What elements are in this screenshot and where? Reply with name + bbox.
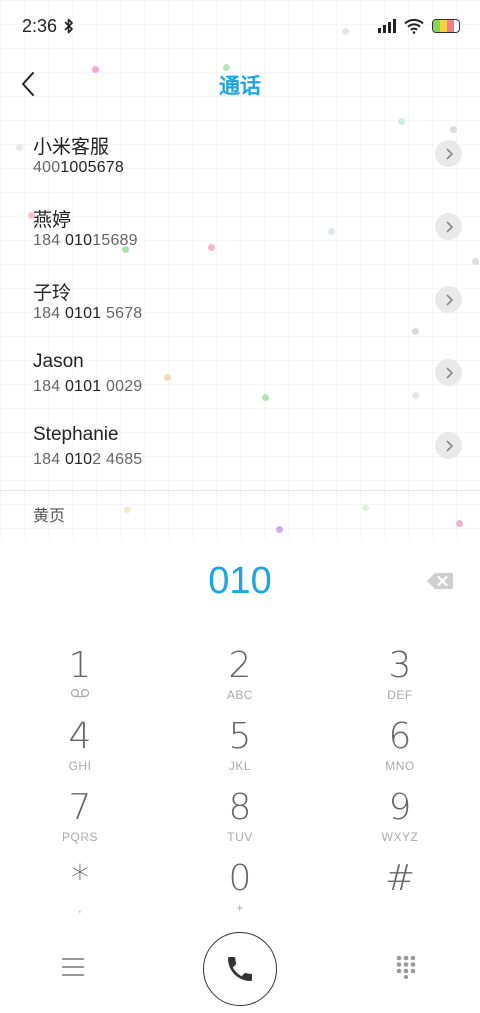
key-digit: 8 bbox=[228, 787, 252, 828]
contact-number: 4001005678 bbox=[33, 159, 124, 176]
contact-detail-button[interactable] bbox=[435, 213, 462, 240]
key-letters: WXYZ bbox=[381, 830, 419, 844]
contact-detail-button[interactable] bbox=[435, 432, 462, 459]
contact-detail-button[interactable] bbox=[435, 286, 462, 313]
key-8[interactable]: 8 TUV bbox=[160, 786, 320, 856]
contact-detail-button[interactable] bbox=[435, 359, 462, 386]
menu-icon[interactable] bbox=[62, 958, 84, 976]
key-letters: , bbox=[78, 901, 82, 915]
key-3[interactable]: 3 DEF bbox=[320, 644, 480, 714]
key-digit: 2 bbox=[228, 645, 252, 686]
signal-icon bbox=[378, 19, 396, 33]
key-digit: 9 bbox=[388, 787, 412, 828]
key-letters: JKL bbox=[228, 759, 252, 773]
chevron-right-icon bbox=[445, 293, 453, 306]
contact-name: Jason bbox=[33, 351, 84, 372]
contact-name: 子玲 bbox=[33, 283, 72, 304]
key-digit: 6 bbox=[388, 716, 412, 757]
key-digit: 0 bbox=[228, 858, 252, 899]
divider bbox=[0, 490, 480, 491]
key-4[interactable]: 4 GHI bbox=[0, 715, 160, 785]
key-5[interactable]: 5 JKL bbox=[160, 715, 320, 785]
key-7[interactable]: 7 PQRS bbox=[0, 786, 160, 856]
contact-row[interactable]: 燕婷 184 01015689 bbox=[0, 191, 480, 264]
key-letters: DEF bbox=[387, 688, 413, 702]
decor-dot bbox=[456, 520, 463, 527]
contact-number: 184 0101 5678 bbox=[33, 305, 143, 322]
key-2[interactable]: 2 ABC bbox=[160, 644, 320, 714]
contact-name: 小米客服 bbox=[33, 137, 110, 158]
phone-icon bbox=[228, 957, 252, 981]
key-0[interactable]: 0 + bbox=[160, 857, 320, 927]
chevron-right-icon bbox=[445, 147, 453, 160]
key-letters: TUV bbox=[227, 830, 253, 844]
contact-row[interactable]: Stephanie 184 0102 4685 bbox=[0, 410, 480, 483]
key-letters: ABC bbox=[226, 688, 254, 702]
key-1[interactable]: 1 bbox=[0, 644, 160, 714]
contact-name: 燕婷 bbox=[33, 210, 72, 231]
chevron-right-icon bbox=[445, 366, 453, 379]
key-digit: 3 bbox=[388, 645, 412, 686]
dialed-number: 010 bbox=[208, 560, 272, 602]
key-letters: PQRS bbox=[61, 830, 98, 844]
key-letters: GHI bbox=[68, 759, 92, 773]
key-digit: 5 bbox=[228, 716, 252, 757]
contact-row[interactable]: 小米客服 4001005678 bbox=[0, 118, 480, 191]
chevron-right-icon bbox=[445, 220, 453, 233]
contact-row[interactable]: Jason 184 0101 0029 bbox=[0, 337, 480, 410]
decor-dot bbox=[362, 504, 369, 511]
key-9[interactable]: 9 WXYZ bbox=[320, 786, 480, 856]
contact-number: 184 0102 4685 bbox=[33, 451, 143, 468]
key-digit: * bbox=[71, 858, 89, 899]
chevron-right-icon bbox=[445, 439, 453, 452]
key-6[interactable]: 6 MNO bbox=[320, 715, 480, 785]
key-letters: MNO bbox=[385, 759, 415, 773]
battery-icon bbox=[432, 19, 460, 33]
contact-name: Stephanie bbox=[33, 424, 119, 445]
key-hash[interactable]: # bbox=[320, 857, 480, 927]
key-letters: + bbox=[236, 901, 244, 915]
bluetooth-icon bbox=[64, 18, 73, 34]
decor-dot bbox=[276, 526, 283, 533]
call-button[interactable] bbox=[203, 932, 277, 1006]
contact-number: 184 0101 0029 bbox=[33, 378, 143, 395]
wifi-icon bbox=[404, 18, 424, 34]
decor-dot bbox=[124, 506, 131, 513]
key-digit: 7 bbox=[68, 787, 92, 828]
bottom-bar bbox=[0, 930, 480, 1010]
status-bar: 2:36 bbox=[0, 0, 480, 52]
yellow-pages-link[interactable]: 黄页 bbox=[33, 502, 65, 526]
page-title: 通话 bbox=[219, 75, 261, 98]
contact-number: 184 01015689 bbox=[33, 232, 138, 249]
contact-list: 小米客服 4001005678 燕婷 184 01015689 子玲 184 0… bbox=[0, 118, 480, 483]
contact-detail-button[interactable] bbox=[435, 140, 462, 167]
contact-row[interactable]: 子玲 184 0101 5678 bbox=[0, 264, 480, 337]
voicemail-icon bbox=[70, 688, 90, 698]
key-star[interactable]: * , bbox=[0, 857, 160, 927]
key-digit: 4 bbox=[68, 716, 92, 757]
backspace-icon[interactable] bbox=[426, 571, 454, 591]
dialpad-icon[interactable] bbox=[395, 955, 417, 979]
key-digit: # bbox=[384, 858, 416, 899]
nav-bar: 通话 bbox=[0, 56, 480, 112]
key-digit: 1 bbox=[68, 645, 92, 686]
status-time: 2:36 bbox=[22, 15, 58, 36]
